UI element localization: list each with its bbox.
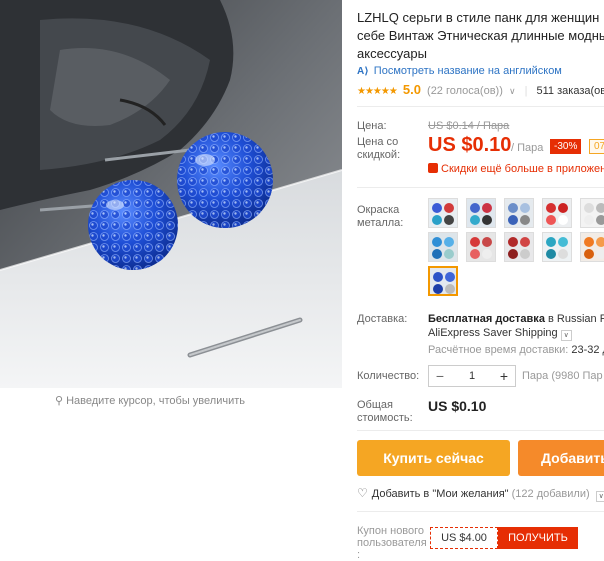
heart-icon[interactable]: ♡	[357, 486, 368, 500]
divider	[357, 106, 604, 107]
shipping-label: Доставка:	[357, 313, 408, 325]
zoom-hint: ⚲ Наведите курсор, чтобы увеличить	[55, 395, 245, 407]
magnifier-icon: ⚲	[55, 395, 64, 407]
shipping-info: Бесплатная доставка в Russian Fe	[428, 313, 604, 325]
title-line: LZHLQ серьги в стиле панк для женщин B	[357, 10, 604, 25]
color-swatch[interactable]	[466, 198, 496, 228]
earring-photo	[0, 0, 342, 388]
wishlist-row[interactable]: ♡ Добавить в "Мои желания" (122 добавили)…	[357, 486, 604, 502]
quantity-input[interactable]: 1	[451, 370, 493, 382]
color-swatch[interactable]	[428, 232, 458, 262]
rating-row: ★★★★★ 5.0 (22 голоса(ов)) ∨ | 511 заказа…	[357, 82, 604, 97]
add-to-cart-button[interactable]: Добавить	[518, 440, 604, 476]
chevron-down-icon[interactable]: ∨	[509, 86, 516, 96]
increase-button[interactable]: +	[493, 368, 515, 384]
color-swatch[interactable]	[580, 232, 604, 262]
chevron-down-icon[interactable]: ∨	[560, 330, 572, 341]
color-swatch[interactable]	[428, 198, 458, 228]
color-swatch[interactable]	[580, 198, 604, 228]
translate-link[interactable]: A⟩ Посмотреть название на английском	[357, 65, 562, 77]
title-line: аксессуары	[357, 46, 427, 61]
color-swatch[interactable]	[504, 232, 534, 262]
color-swatch[interactable]	[466, 232, 496, 262]
stock-info: Пара (9980 Пар	[522, 370, 603, 382]
product-image[interactable]	[0, 0, 342, 388]
chevron-down-icon[interactable]: ∨	[595, 491, 604, 502]
product-info-panel: LZHLQ серьги в стиле панк для женщин B с…	[357, 0, 604, 561]
translate-icon: A⟩	[357, 66, 369, 77]
wishlist-count: (122 добавили)	[511, 488, 590, 500]
promo-badge: 07	[589, 139, 604, 154]
price-label: Цена:	[357, 120, 387, 132]
orders-count: 511 заказа(ов	[536, 85, 604, 97]
color-swatch[interactable]	[542, 198, 572, 228]
color-label: Окраска металла:	[357, 204, 404, 229]
price-unit: / Пара	[511, 142, 544, 154]
quantity-stepper: − 1 +	[428, 365, 516, 387]
discount-price-label: Цена со скидкой:	[357, 136, 401, 161]
coupon-label: Купон нового пользователя :	[357, 525, 427, 561]
rating-stars-icon: ★★★★★	[357, 86, 398, 97]
shipping-method-select[interactable]: AliExpress Saver Shipping ∨	[428, 327, 572, 341]
quantity-label: Количество:	[357, 370, 420, 382]
total-label: Общая стоимость:	[357, 399, 413, 424]
divider	[357, 187, 604, 188]
tag-icon	[428, 163, 438, 173]
discount-badge: -30%	[550, 139, 582, 154]
discount-price: US $0.10	[428, 134, 512, 156]
buy-now-button[interactable]: Купить сейчас	[357, 440, 510, 476]
product-title: LZHLQ серьги в стиле панк для женщин B с…	[357, 9, 604, 63]
divider	[357, 430, 604, 431]
title-line: себе Винтаж Этническая длинные модны	[357, 28, 604, 43]
old-price: US $0.14 / Пара	[428, 120, 510, 132]
coupon-value: US $4.00	[430, 527, 498, 549]
get-coupon-button[interactable]: ПОЛУЧИТЬ	[498, 527, 578, 549]
total-price: US $0.10	[428, 398, 487, 414]
app-discount-link[interactable]: Скидки ещё больше в приложен	[428, 163, 604, 175]
rating-score: 5.0	[402, 82, 421, 97]
decrease-button[interactable]: −	[429, 368, 451, 384]
rating-votes[interactable]: (22 голоса(ов))	[427, 85, 503, 97]
color-swatch[interactable]	[428, 266, 458, 296]
color-swatch[interactable]	[504, 198, 534, 228]
color-swatch[interactable]	[542, 232, 572, 262]
divider	[357, 511, 604, 512]
delivery-time: Расчётное время доставки: 23-32 д	[428, 344, 604, 356]
